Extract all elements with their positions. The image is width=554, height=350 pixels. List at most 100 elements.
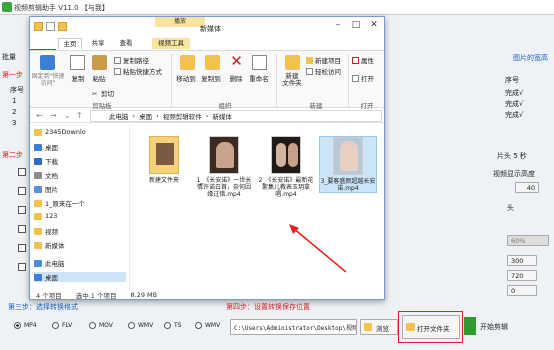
nav-item[interactable]: 桌面 [34,142,58,152]
explorer-window: 播放 新媒体 – □ ✕ 文件 主页 共享 查看 视频工具 固定到"快速访问" … [29,16,385,300]
back-icon[interactable]: ← [36,111,43,120]
table-row-index: 2 [12,108,17,116]
option-checkbox[interactable] [18,263,26,271]
maximize-icon[interactable]: □ [348,20,364,30]
table-row-index: 1 [12,97,17,105]
step1-label: 第一步 [2,71,23,79]
folder-icon [364,323,372,331]
nav-item[interactable]: 此电脑 [34,258,65,268]
address-bar: ← → ⌄ ↑ 此电脑 › 桌面 › 视频剪辑软件 › 新媒体 [30,109,384,123]
paste-button[interactable]: 粘贴 [89,73,109,83]
folder-icon [34,241,42,249]
selected-count: 选中 1 个项目 [75,291,117,300]
browse-button[interactable]: 浏览 [360,319,398,335]
nav-item[interactable]: 下载 [34,156,58,166]
new-folder-button[interactable]: 新建 文件夹 [279,73,305,87]
tab-view[interactable]: 查看 [114,38,138,49]
step3-label: 第三步：选择转换格式 [8,303,78,311]
row-status: 完成√ [505,89,524,97]
save-path-value: C:\Users\Administrator\Desktop\视频剪辑 [234,325,357,332]
option-checkbox[interactable] [18,225,26,233]
move-to-button[interactable]: 移动到 [175,73,197,83]
copy-path-button[interactable]: 复制路径 [114,55,149,65]
breadcrumb-item[interactable]: 视频剪辑软件 [163,111,202,121]
offset-input[interactable]: 0 [507,285,537,296]
new-item-button[interactable]: 新建项目 [306,55,341,65]
copy-to-button[interactable]: 复制到 [200,73,222,83]
nav-item[interactable]: 视频 [34,226,58,236]
height-value: 40 [526,184,535,192]
delete-button[interactable]: 删除 [225,73,247,83]
copy-button[interactable]: 复制 [68,73,88,83]
format-radio-mov[interactable]: MOV [89,322,113,329]
height-value-2: 720 [511,272,524,280]
offset-value: 0 [511,287,516,295]
height-input[interactable]: 40 [515,182,539,193]
nav-item[interactable]: 新媒体 [34,240,65,250]
tab-home[interactable]: 主页 [58,38,82,49]
open-icon [352,74,359,82]
tab-share[interactable]: 共享 [86,38,110,49]
start-icon [464,317,476,335]
opacity-select[interactable]: 60% [507,235,549,246]
save-path-input[interactable]: C:\Users\Administrator\Desktop\视频剪辑 [230,319,357,335]
breadcrumb[interactable]: 此电脑 › 桌面 › 视频剪辑软件 › 新媒体 [90,110,382,122]
copy-path-icon [114,56,121,64]
new-item-icon [306,56,313,64]
option-checkbox[interactable] [18,168,26,176]
paste-shortcut-button[interactable]: 粘贴快捷方式 [114,66,162,76]
close-icon[interactable]: ✕ [366,20,382,30]
height-input-2[interactable]: 720 [507,270,537,281]
intro-seconds-label: 片头 5 秒 [497,152,527,160]
format-radio-wmv[interactable]: WMV [128,322,153,329]
window-title: 新媒体 [200,25,221,33]
recent-icon[interactable]: ⌄ [64,111,71,120]
row-status: 完成√ [505,111,524,119]
nav-item[interactable]: 123 [34,212,57,220]
pin-quick-access-button[interactable]: 固定到"快速访问" [30,73,66,87]
nav-item[interactable]: 桌面 [34,272,126,282]
ribbon: 固定到"快速访问" 复制 粘贴 复制路径 粘贴快捷方式 ✂ 剪切 剪贴板 移动到 … [30,50,384,110]
pictures-icon [34,185,42,193]
minimize-icon[interactable]: – [330,20,346,30]
up-icon[interactable]: ↑ [76,111,83,120]
option-checkbox[interactable] [18,206,26,214]
forward-icon[interactable]: → [50,111,57,120]
checkbox-icon[interactable] [46,22,55,31]
nav-item[interactable]: 2345Downlo [34,128,86,136]
nav-item[interactable]: 1_原来在一个 [34,198,85,208]
option-checkbox[interactable] [18,244,26,252]
step4-label: 第四步：设置转换保存位置 [226,303,310,311]
paste-icon [92,55,107,70]
new-folder-icon[interactable] [58,22,67,31]
format-radio-flv[interactable]: FLV [52,322,72,329]
nav-item[interactable]: 图片 [34,184,58,194]
selected-size: 8.29 MB [130,290,158,299]
easy-access-button[interactable]: 轻松访问 [306,66,341,76]
option-checkbox[interactable] [18,187,26,195]
download-icon [34,157,42,165]
format-radio-mp4[interactable]: MP4 [14,322,37,329]
width-value: 300 [511,257,524,265]
breadcrumb-item[interactable]: 此电脑 [109,111,129,121]
format-radio-ts[interactable]: TS [164,322,181,329]
width-input[interactable]: 300 [507,255,537,266]
breadcrumb-item[interactable]: 桌面 [139,111,152,121]
item-count: 4 个项目 [36,291,62,300]
app-titlebar: 视频剪辑助手 V11.0 【与我】 [0,0,554,15]
desktop-icon [34,273,42,281]
chevron-right-icon: › [132,112,136,120]
breadcrumb-item[interactable]: 新媒体 [212,111,232,121]
nav-item[interactable]: 文档 [34,170,58,180]
open-button[interactable]: 打开 [352,73,374,83]
rename-button[interactable]: 重命名 [247,73,271,83]
folder-icon [34,128,42,136]
format-radio-wmv-2[interactable]: WMV [195,322,220,329]
folder-icon [34,22,43,31]
step2-label: 第二步 [2,151,23,159]
tab-video-tools[interactable]: 视频工具 [152,38,190,49]
start-button[interactable]: 开始剪辑 [480,322,508,332]
properties-button[interactable]: 属性 [352,55,374,65]
ctx-tab-play[interactable]: 播放 [155,17,205,27]
cut-button[interactable]: ✂ 剪切 [92,88,114,99]
